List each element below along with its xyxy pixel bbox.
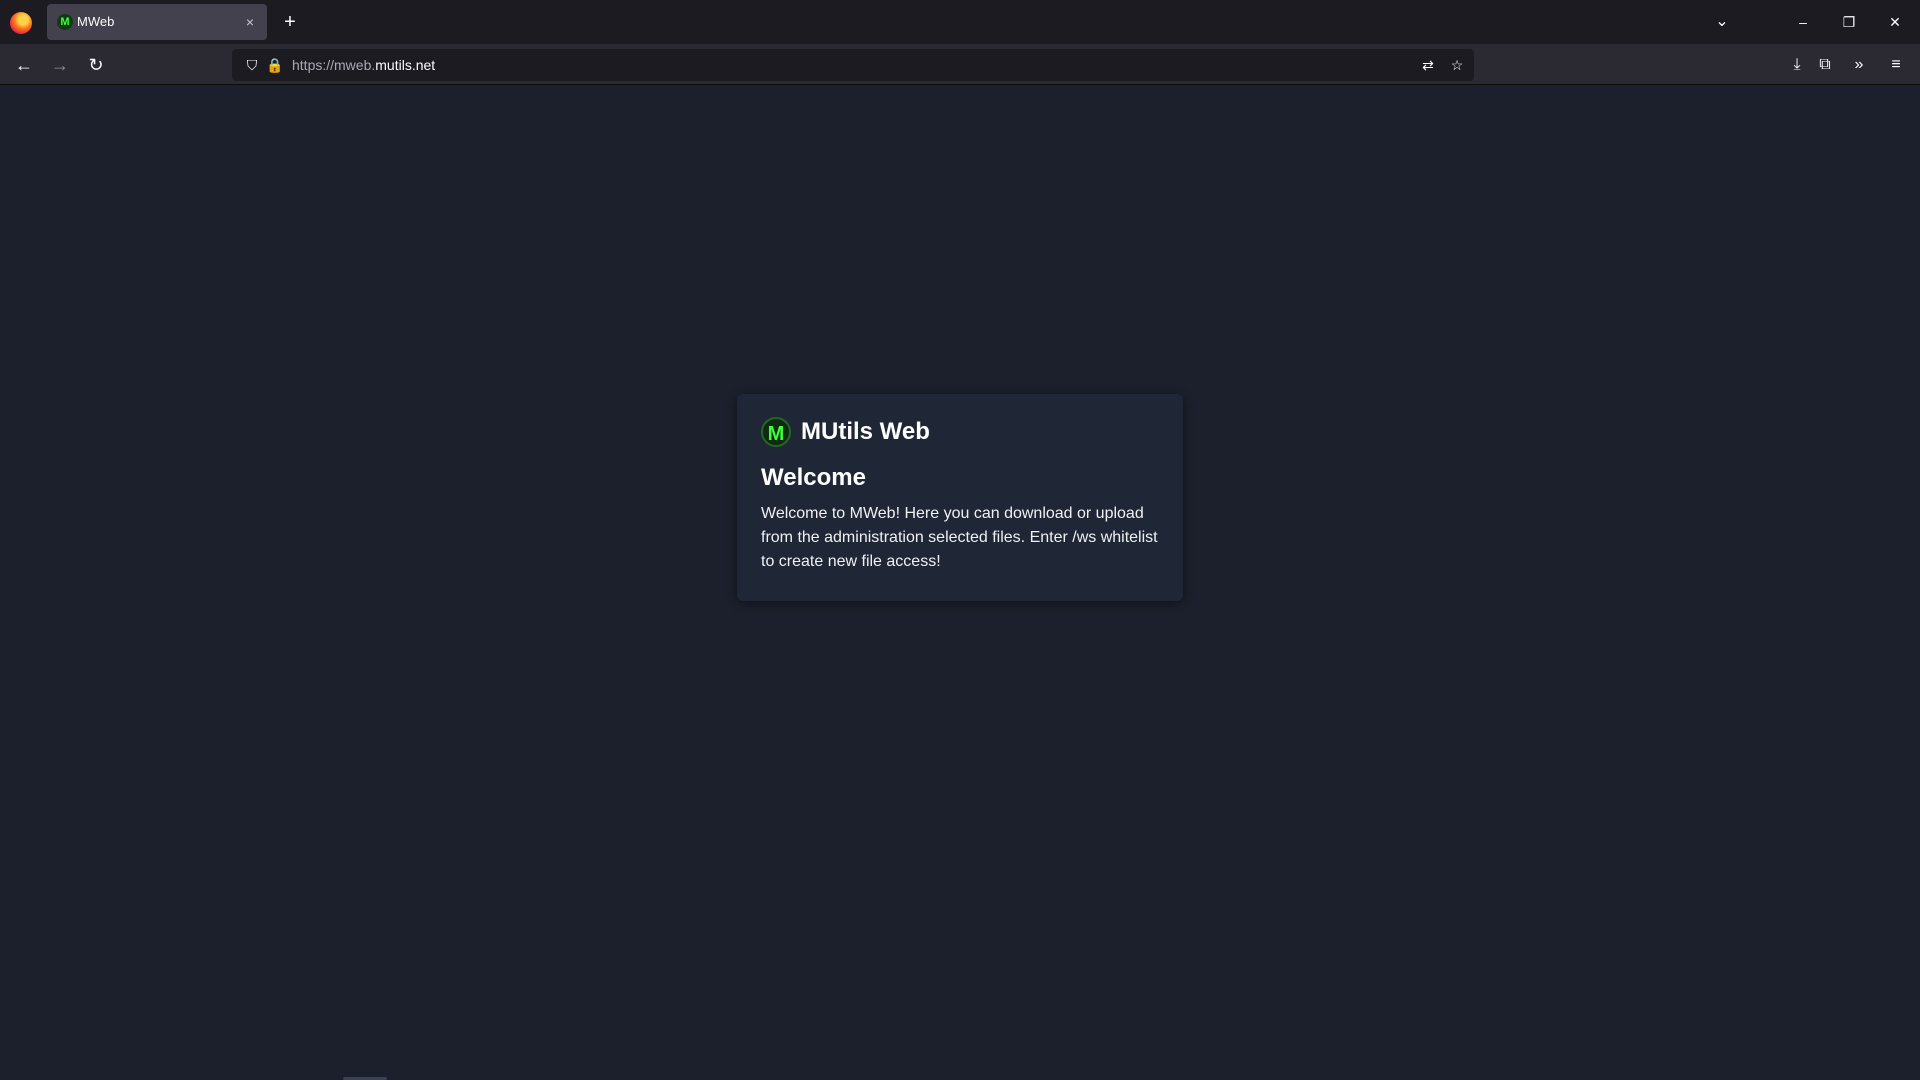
minimize-window-icon[interactable]: – [1780, 0, 1826, 44]
firefox-logo-icon[interactable] [10, 12, 32, 34]
bookmark-star-icon[interactable]: ☆ [1447, 55, 1467, 75]
app-menu-icon[interactable]: ≡ [1881, 50, 1911, 80]
back-icon[interactable]: ← [9, 50, 39, 80]
tab-close-icon[interactable]: × [241, 13, 259, 31]
downloads-icon[interactable]: ⤓ [1782, 50, 1812, 80]
brand-title: MUtils Web [801, 418, 930, 445]
welcome-heading: Welcome [761, 464, 866, 491]
new-tab-button[interactable]: + [278, 10, 302, 34]
reload-icon[interactable]: ↻ [81, 50, 111, 80]
navigation-toolbar: ← → ↻ ⛉ 🔒 https://mweb.mutils.net ⇄ ☆ ⤓ … [0, 44, 1920, 85]
browser-titlebar: M MWeb × + ⌄ – ❐ ✕ [0, 0, 1920, 44]
url-scheme: https://mweb. [292, 57, 376, 73]
close-window-icon[interactable]: ✕ [1872, 0, 1918, 44]
url-text[interactable]: https://mweb.mutils.net [292, 49, 435, 81]
welcome-card: M MUtils Web Welcome Welcome to MWeb! He… [737, 394, 1183, 601]
mutils-logo-icon: M [761, 417, 791, 447]
welcome-text: Welcome to MWeb! Here you can download o… [761, 505, 1158, 570]
list-all-tabs-icon[interactable]: ⌄ [1710, 10, 1734, 34]
tab-title: MWeb [77, 14, 115, 29]
extensions-icon[interactable]: ⧉ [1810, 50, 1840, 80]
tab-mweb[interactable]: M MWeb × [47, 4, 267, 40]
forward-icon[interactable]: → [45, 50, 75, 80]
overflow-menu-icon[interactable]: » [1844, 50, 1874, 80]
site-security-lock-icon[interactable]: 🔒 [265, 55, 285, 75]
restore-window-icon[interactable]: ❐ [1826, 0, 1872, 44]
tracking-protection-shield-icon[interactable]: ⛉ [242, 55, 262, 75]
url-host: mutils.net [375, 57, 436, 73]
url-bar[interactable]: ⛉ 🔒 https://mweb.mutils.net ⇄ ☆ [232, 49, 1474, 81]
mutils-favicon-icon: M [57, 14, 73, 30]
card-header: M MUtils Web [761, 416, 1159, 448]
translate-icon[interactable]: ⇄ [1418, 55, 1438, 75]
